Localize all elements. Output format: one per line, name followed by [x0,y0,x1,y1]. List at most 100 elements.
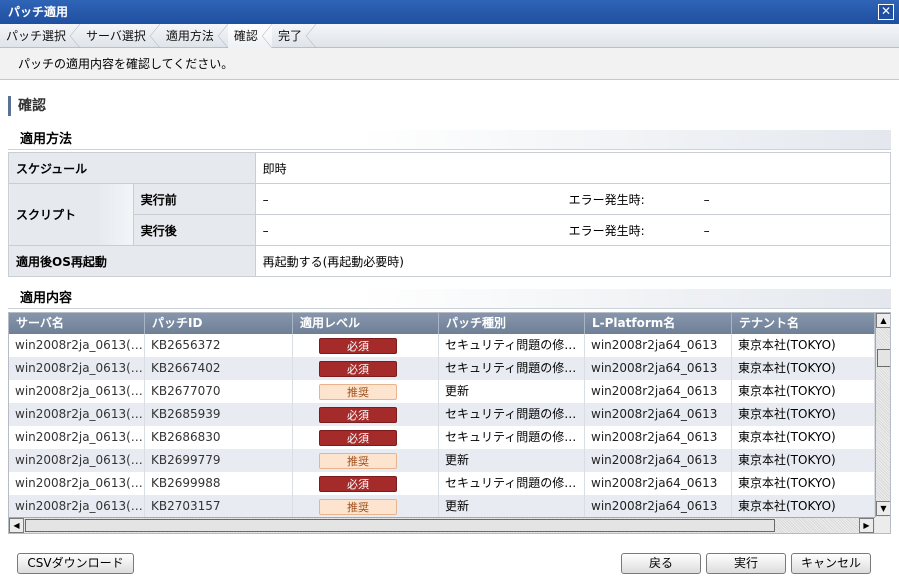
cell-type: セキュリティ問題の修… [439,403,585,426]
cell-tenant: 東京本社(TOKYO) [732,495,875,518]
script-before-error-value: – [703,192,710,207]
level-badge: 推奨 [319,383,397,400]
scroll-left-icon[interactable]: ◀ [9,518,24,533]
vertical-scroll-thumb[interactable] [877,349,890,367]
cell-server: win2008r2ja_0613(… [9,449,145,472]
content-section-title: 適用内容 [8,289,891,309]
breadcrumb-step-confirm: 確認 [227,24,272,48]
window-title: パッチ適用 [8,5,69,19]
level-badge: 必須 [319,406,397,423]
scroll-right-icon[interactable]: ▶ [859,518,874,533]
table-row[interactable]: win2008r2ja_0613(… KB2667402 必須 セキュリティ問題の修…… [9,357,875,380]
cell-lplatform: win2008r2ja64_0613 [585,426,732,449]
page-title: 確認 [8,96,46,116]
breadcrumb-step-server-select: サーバ選択 [80,24,160,48]
cell-server: win2008r2ja_0613(… [9,472,145,495]
level-badge: 必須 [319,360,397,377]
cell-server: win2008r2ja_0613(… [9,380,145,403]
execute-button[interactable]: 実行 [706,553,786,574]
table-row[interactable]: win2008r2ja_0613(… KB2703157 推奨 更新 win2008r2… [9,495,875,518]
cell-lplatform: win2008r2ja64_0613 [585,472,732,495]
cell-level: 推奨 [293,449,439,472]
reboot-value: 再起動する(再起動必要時) [254,245,892,277]
back-button[interactable]: 戻る [621,553,701,574]
cell-type: 更新 [439,380,585,403]
cell-server: win2008r2ja_0613(… [9,495,145,518]
breadcrumb-step-patch-select: パッチ選択 [0,24,81,48]
horizontal-scroll-thumb[interactable] [25,519,775,532]
column-header-tenant[interactable]: テナント名 [732,313,875,334]
cell-tenant: 東京本社(TOKYO) [732,380,875,403]
cell-tenant: 東京本社(TOKYO) [732,403,875,426]
column-header-patch-id[interactable]: パッチID [145,313,293,334]
grid-body: win2008r2ja_0613(… KB2656372 必須 セキュリティ問題の修…… [9,334,875,518]
patch-content-grid: サーバ名 パッチID 適用レベル パッチ種別 L-Platform名 テナント名… [8,312,891,534]
cell-lplatform: win2008r2ja64_0613 [585,449,732,472]
schedule-label: スケジュール [8,152,256,184]
scroll-down-icon[interactable]: ▼ [876,501,890,516]
column-header-type[interactable]: パッチ種別 [439,313,585,334]
column-header-server[interactable]: サーバ名 [9,313,145,334]
table-row[interactable]: win2008r2ja_0613(… KB2677070 推奨 更新 win2008r2… [9,380,875,403]
close-icon[interactable]: ✕ [878,4,894,20]
cell-tenant: 東京本社(TOKYO) [732,449,875,472]
cell-lplatform: win2008r2ja64_0613 [585,357,732,380]
csv-download-button[interactable]: CSVダウンロード [17,553,134,574]
cell-type: セキュリティ問題の修… [439,357,585,380]
cell-server: win2008r2ja_0613(… [9,403,145,426]
table-row[interactable]: win2008r2ja_0613(… KB2686830 必須 セキュリティ問題の修…… [9,426,875,449]
script-after-label: 実行後 [132,214,256,246]
cell-type: 更新 [439,495,585,518]
scroll-up-icon[interactable]: ▲ [876,313,890,328]
script-before-error-label: エラー発生時: [568,192,645,207]
level-badge: 必須 [319,337,397,354]
cell-server: win2008r2ja_0613(… [9,426,145,449]
table-row[interactable]: win2008r2ja_0613(… KB2656372 必須 セキュリティ問題の修…… [9,334,875,357]
scrollbar-corner [875,517,890,533]
cell-level: 必須 [293,426,439,449]
level-badge: 必須 [319,429,397,446]
cell-lplatform: win2008r2ja64_0613 [585,495,732,518]
table-row[interactable]: win2008r2ja_0613(… KB2685939 必須 セキュリティ問題の修…… [9,403,875,426]
vertical-scrollbar[interactable]: ▲ ▼ [875,313,890,517]
table-row[interactable]: win2008r2ja_0613(… KB2699988 必須 セキュリティ問題の修…… [9,472,875,495]
horizontal-scrollbar[interactable]: ◀ ▶ [9,517,875,533]
method-section-title: 適用方法 [8,130,891,150]
level-badge: 推奨 [319,452,397,469]
script-before-label: 実行前 [132,183,256,215]
cell-level: 必須 [293,357,439,380]
window-title-bar: パッチ適用 ✕ [0,0,899,24]
level-badge: 必須 [319,475,397,492]
cell-level: 推奨 [293,380,439,403]
cell-patch-id: KB2656372 [145,334,293,357]
level-badge: 推奨 [319,498,397,515]
cell-patch-id: KB2685939 [145,403,293,426]
cell-lplatform: win2008r2ja64_0613 [585,403,732,426]
cell-patch-id: KB2667402 [145,357,293,380]
column-header-level[interactable]: 適用レベル [293,313,439,334]
cell-level: 推奨 [293,495,439,518]
schedule-value: 即時 [254,152,892,184]
script-after-error-value: – [703,223,710,238]
cell-patch-id: KB2699988 [145,472,293,495]
cell-tenant: 東京本社(TOKYO) [732,426,875,449]
cancel-button[interactable]: キャンセル [791,553,871,574]
column-header-lplatform[interactable]: L-Platform名 [585,313,732,334]
cell-patch-id: KB2686830 [145,426,293,449]
breadcrumb-step-apply-method: 適用方法 [160,24,228,48]
script-after-row: – エラー発生時: – [254,214,892,246]
instruction-text: パッチの適用内容を確認してください。 [0,48,899,80]
reboot-label: 適用後OS再起動 [8,245,256,277]
cell-type: セキュリティ問題の修… [439,334,585,357]
cell-server: win2008r2ja_0613(… [9,357,145,380]
table-row[interactable]: win2008r2ja_0613(… KB2699779 推奨 更新 win2008r2… [9,449,875,472]
cell-patch-id: KB2677070 [145,380,293,403]
cell-level: 必須 [293,334,439,357]
cell-server: win2008r2ja_0613(… [9,334,145,357]
cell-patch-id: KB2703157 [145,495,293,518]
script-after-error-label: エラー発生時: [568,223,645,238]
cell-lplatform: win2008r2ja64_0613 [585,334,732,357]
script-before-value: – [262,192,269,207]
cell-type: 更新 [439,449,585,472]
cell-level: 必須 [293,403,439,426]
